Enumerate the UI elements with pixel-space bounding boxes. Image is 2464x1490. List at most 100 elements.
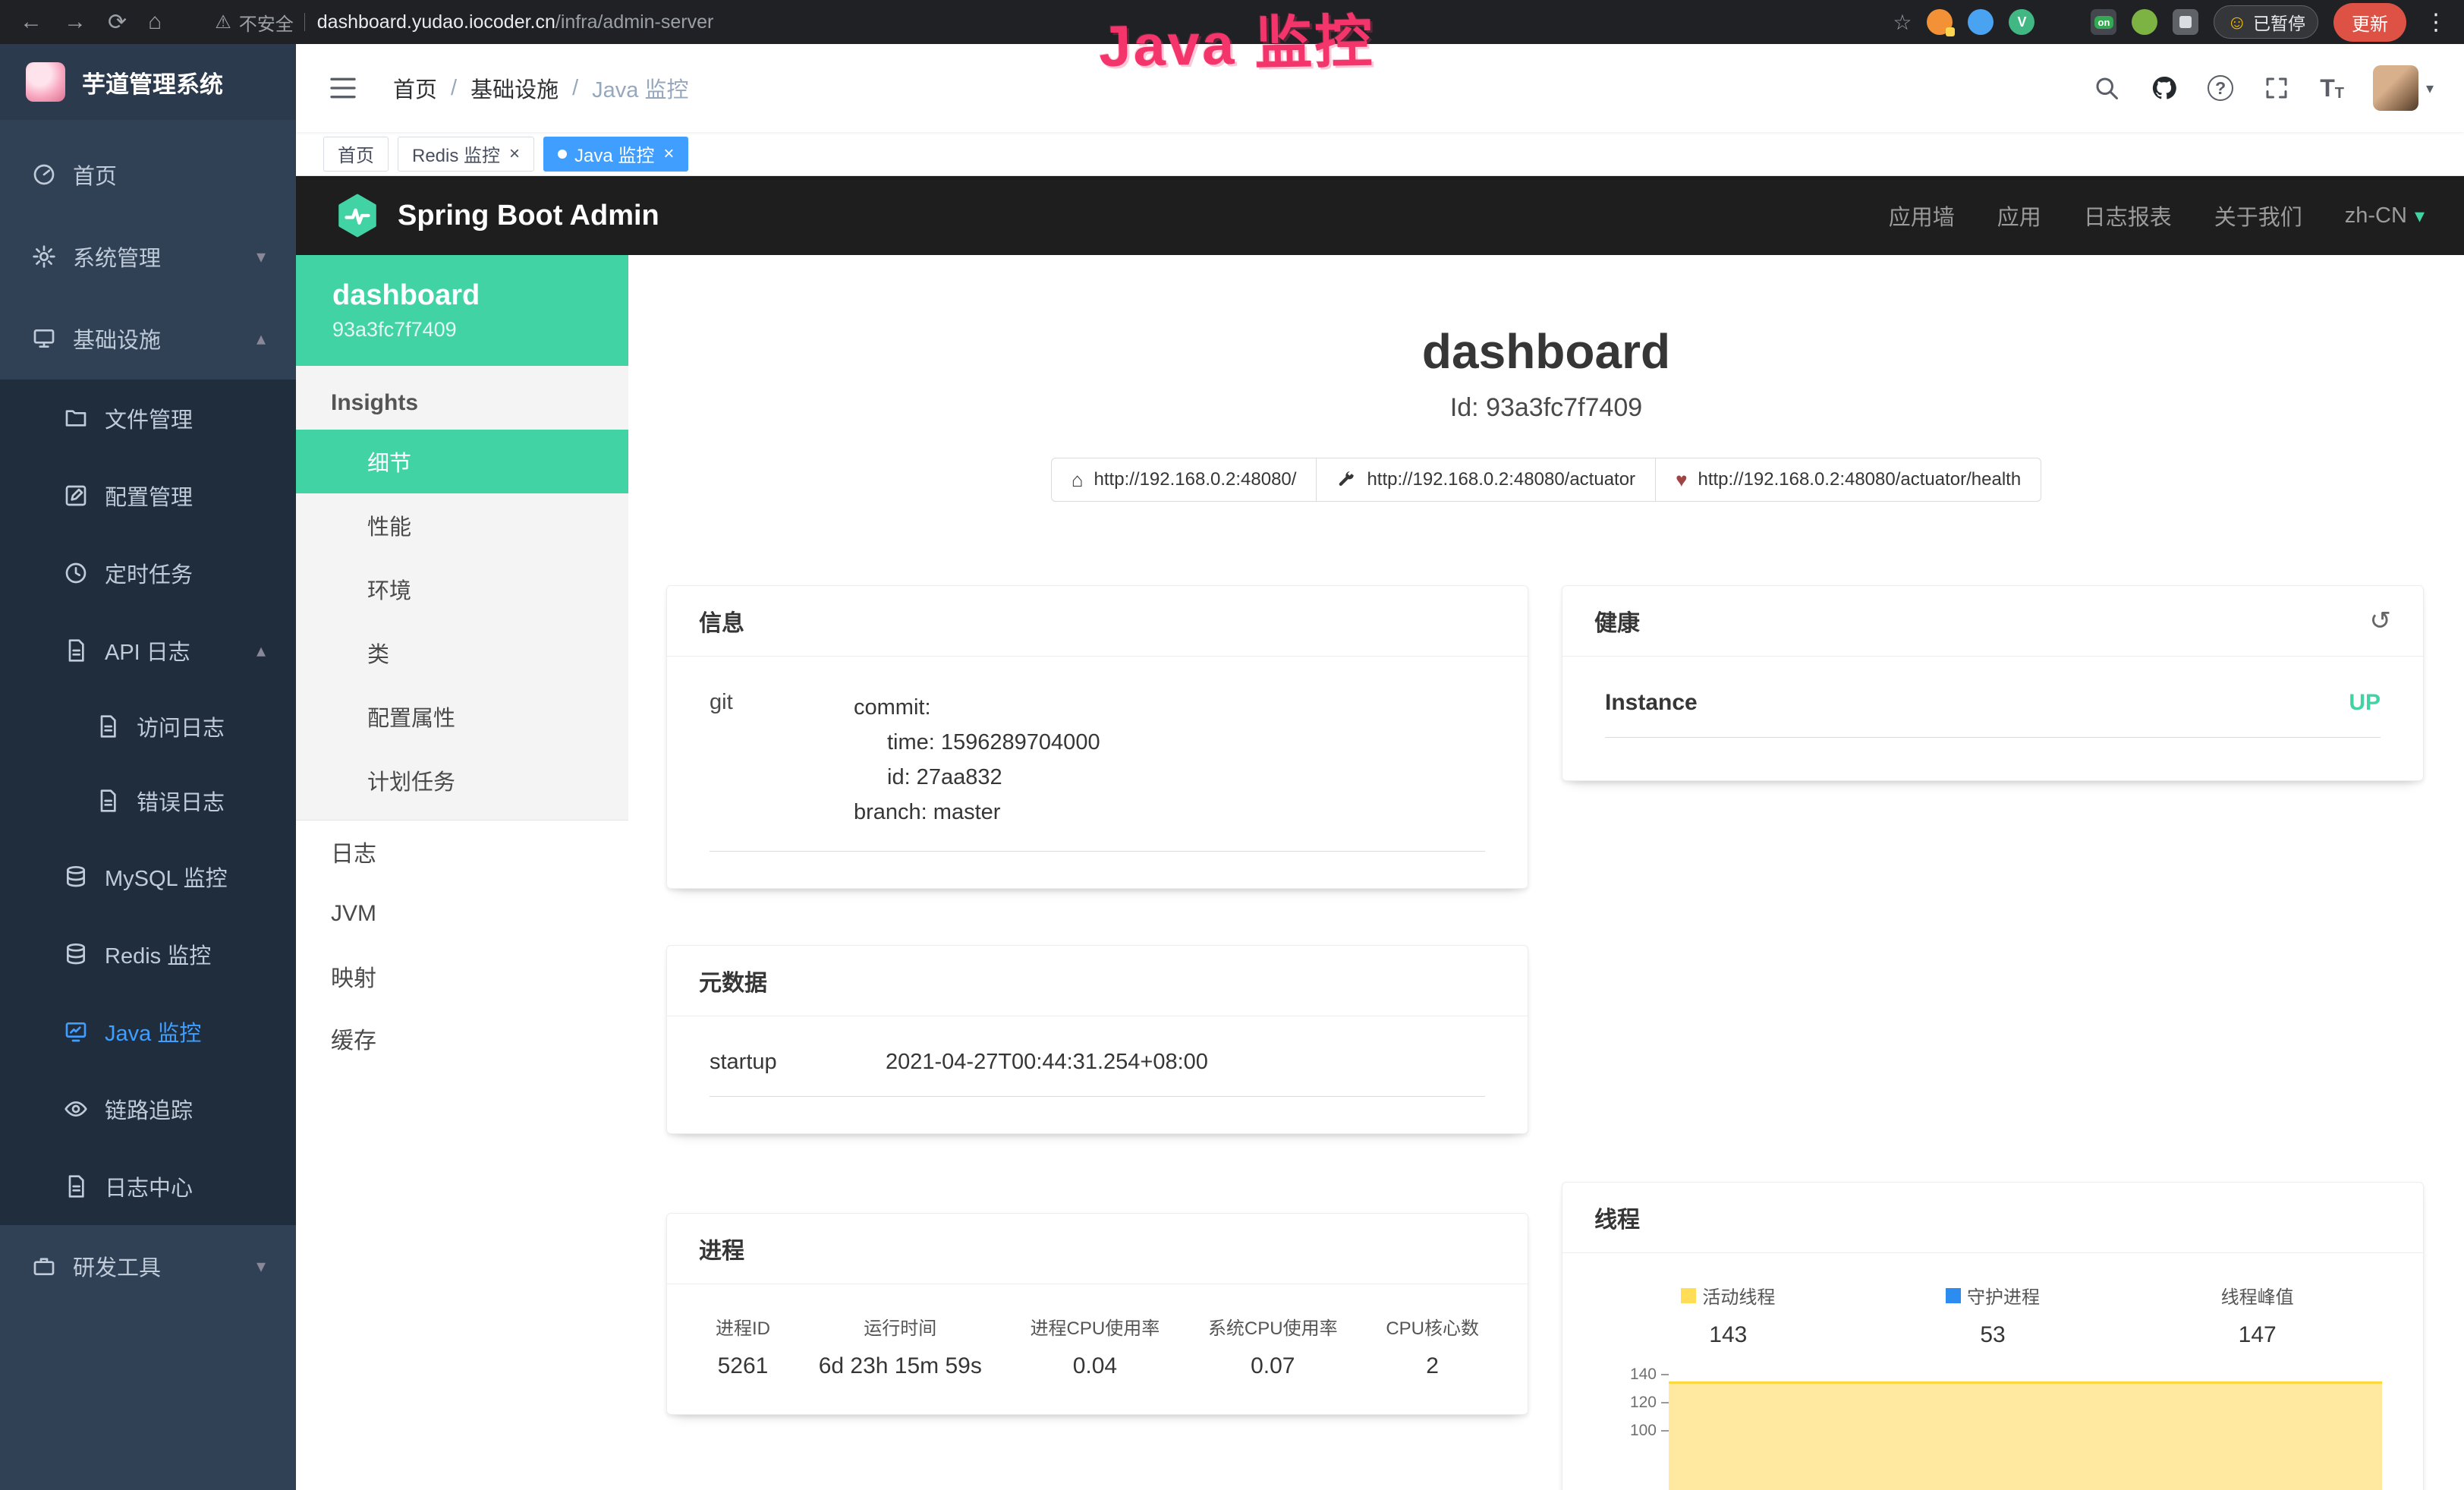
vue-devtools-icon[interactable]: V xyxy=(2009,9,2034,35)
extension-icon-drop[interactable] xyxy=(1968,9,1994,35)
sidebar-item-access-logs[interactable]: 访问日志 xyxy=(0,689,296,764)
home-icon[interactable]: ⌂ xyxy=(148,9,162,35)
close-icon[interactable]: × xyxy=(509,143,520,165)
link-label: http://192.168.0.2:48080/ xyxy=(1094,469,1297,490)
document-icon xyxy=(64,1174,88,1199)
locale-selector[interactable]: zh-CN ▾ xyxy=(2345,203,2425,228)
tag-label: Redis 监控 xyxy=(412,140,500,167)
link-label: http://192.168.0.2:48080/actuator/health xyxy=(1698,469,2022,490)
legend-live-threads: 活动线程 143 xyxy=(1596,1282,1861,1348)
chrome-update-button[interactable]: 更新 xyxy=(2333,3,2406,42)
search-icon[interactable] xyxy=(2092,74,2121,102)
sidebar-item-api-logs[interactable]: API 日志 ▴ xyxy=(0,612,296,689)
sidebar-item-mysql-monitor[interactable]: MySQL 监控 xyxy=(0,838,296,915)
info-value: commit: time: 1596289704000 id: 27aa832 … xyxy=(854,690,1485,830)
link-actuator-url[interactable]: http://192.168.0.2:48080/actuator xyxy=(1316,458,1656,502)
sidebar-item-label: 文件管理 xyxy=(105,402,193,434)
instance-header[interactable]: dashboard 93a3fc7f7409 xyxy=(296,255,628,366)
sidebar-item-label: 配置管理 xyxy=(105,480,193,512)
user-menu[interactable]: ▾ xyxy=(2373,65,2434,111)
forward-icon[interactable]: → xyxy=(64,9,87,35)
chevron-up-icon: ▴ xyxy=(256,328,266,350)
sidebar-item-home[interactable]: 首页 xyxy=(0,134,296,216)
sidebar-item-dev-tools[interactable]: 研发工具 ▾ xyxy=(0,1225,296,1307)
link-service-url[interactable]: ⌂ http://192.168.0.2:48080/ xyxy=(1051,458,1317,502)
instance-menu-jvm[interactable]: JVM xyxy=(296,883,628,945)
cards-column-right: 健康 ↺ Instance UP xyxy=(1562,585,2424,1490)
breadcrumb-infrastructure[interactable]: 基础设施 xyxy=(470,72,559,104)
sba-nav-wallboard[interactable]: 应用墙 xyxy=(1889,200,1955,232)
paused-label: 已暂停 xyxy=(2253,9,2305,35)
instance-menu-caches[interactable]: 缓存 xyxy=(296,1007,628,1069)
tag-java-monitor[interactable]: Java 监控 × xyxy=(543,137,688,172)
sidebar-item-redis-monitor[interactable]: Redis 监控 xyxy=(0,915,296,993)
extension-icon-leaf[interactable] xyxy=(2132,9,2157,35)
git-commit-line: commit: xyxy=(854,690,1485,725)
instance-menu-logs[interactable]: 日志 xyxy=(296,821,628,883)
tag-home[interactable]: 首页 xyxy=(323,137,389,172)
github-icon[interactable] xyxy=(2150,74,2179,102)
sidebar-item-log-center[interactable]: 日志中心 xyxy=(0,1148,296,1225)
spring-boot-admin-logo xyxy=(335,194,379,238)
app-logo-image xyxy=(26,62,65,102)
instance-menu-classes[interactable]: 类 xyxy=(296,621,628,685)
metadata-card: 元数据 startup 2021-04-27T00:44:31.254+08:0… xyxy=(666,945,1528,1134)
sidebar-item-error-logs[interactable]: 错误日志 xyxy=(0,764,296,838)
hamburger-icon[interactable] xyxy=(328,73,358,103)
sidebar-item-scheduled-tasks[interactable]: 定时任务 xyxy=(0,534,296,612)
tag-redis-monitor[interactable]: Redis 监控 × xyxy=(398,137,534,172)
font-size-icon[interactable]: TT xyxy=(2320,74,2344,102)
metric-pid: 进程ID 5261 xyxy=(716,1313,770,1379)
instance-menu-config-props[interactable]: 配置属性 xyxy=(296,685,628,748)
metric-label: CPU核心数 xyxy=(1386,1313,1479,1340)
sidebar-item-file-management[interactable]: 文件管理 xyxy=(0,380,296,457)
sidebar-item-java-monitor[interactable]: Java 监控 xyxy=(0,993,296,1070)
sba-nav-journal[interactable]: 日志报表 xyxy=(2084,200,2172,232)
sidebar-item-infrastructure[interactable]: 基础设施 ▴ xyxy=(0,298,296,380)
sba-nav-about[interactable]: 关于我们 xyxy=(2214,200,2302,232)
bookmark-star-icon[interactable]: ☆ xyxy=(1893,10,1912,35)
sidebar-item-system-management[interactable]: 系统管理 ▾ xyxy=(0,216,296,298)
instance-menu-performance[interactable]: 性能 xyxy=(296,493,628,557)
browser-menu-icon[interactable]: ⋮ xyxy=(2422,9,2447,36)
extensions-puzzle-icon[interactable] xyxy=(2173,9,2198,35)
sidebar-item-tracing[interactable]: 链路追踪 xyxy=(0,1070,296,1148)
status-badge: UP xyxy=(2349,690,2381,716)
sba-brand[interactable]: Spring Boot Admin xyxy=(335,194,659,238)
metric-value: 2 xyxy=(1386,1353,1479,1379)
instance-menu-mappings[interactable]: 映射 xyxy=(296,945,628,1007)
extension-icon-orange[interactable] xyxy=(1927,9,1953,35)
sidebar-item-label: Redis 监控 xyxy=(105,938,211,970)
help-icon[interactable]: ? xyxy=(2208,75,2233,101)
instance-menu-scheduled-tasks[interactable]: 计划任务 xyxy=(296,748,628,812)
fullscreen-icon[interactable] xyxy=(2262,74,2291,102)
history-icon[interactable]: ↺ xyxy=(2370,606,2392,636)
card-title: 进程 xyxy=(699,1232,744,1265)
refresh-icon[interactable]: ⟳ xyxy=(108,9,127,36)
address-bar[interactable]: ⚠ 不安全 dashboard.yudao.iocoder.cn/infra/a… xyxy=(197,6,1861,38)
metric-value: 6d 23h 15m 59s xyxy=(819,1353,982,1379)
instance-menu-environment[interactable]: 环境 xyxy=(296,557,628,621)
document-icon xyxy=(96,714,120,739)
close-icon[interactable]: × xyxy=(663,143,674,165)
app-logo-block[interactable]: 芋道管理系统 xyxy=(0,44,296,120)
sidebar-menu: 首页 系统管理 ▾ 基础设施 ▴ 文件管理 配置管理 xyxy=(0,120,296,1307)
on-badge: on xyxy=(2094,16,2114,29)
profile-paused-badge[interactable]: ☺ 已暂停 xyxy=(2214,5,2318,39)
sidebar-item-label: 链路追踪 xyxy=(105,1093,193,1125)
git-time-line: time: 1596289704000 xyxy=(854,725,1485,760)
sidebar-item-config-management[interactable]: 配置管理 xyxy=(0,457,296,534)
card-title: 线程 xyxy=(1594,1201,1640,1234)
sba-nav-applications[interactable]: 应用 xyxy=(1997,200,2041,232)
instance-menu-details[interactable]: 细节 xyxy=(296,430,628,493)
sba-body: dashboard 93a3fc7f7409 Insights 细节 性能 环境… xyxy=(296,255,2464,1490)
breadcrumb-home[interactable]: 首页 xyxy=(393,72,437,104)
instance-name: dashboard xyxy=(332,279,628,312)
tag-label: Java 监控 xyxy=(574,140,654,167)
back-icon[interactable]: ← xyxy=(20,9,42,35)
health-row-instance: Instance UP xyxy=(1605,690,2381,738)
extension-icon-grid[interactable] xyxy=(2050,9,2075,35)
link-health-url[interactable]: ♥ http://192.168.0.2:48080/actuator/heal… xyxy=(1655,458,2041,502)
sidebar-item-label: MySQL 监控 xyxy=(105,861,228,893)
extension-icon-on[interactable]: on xyxy=(2091,9,2116,35)
